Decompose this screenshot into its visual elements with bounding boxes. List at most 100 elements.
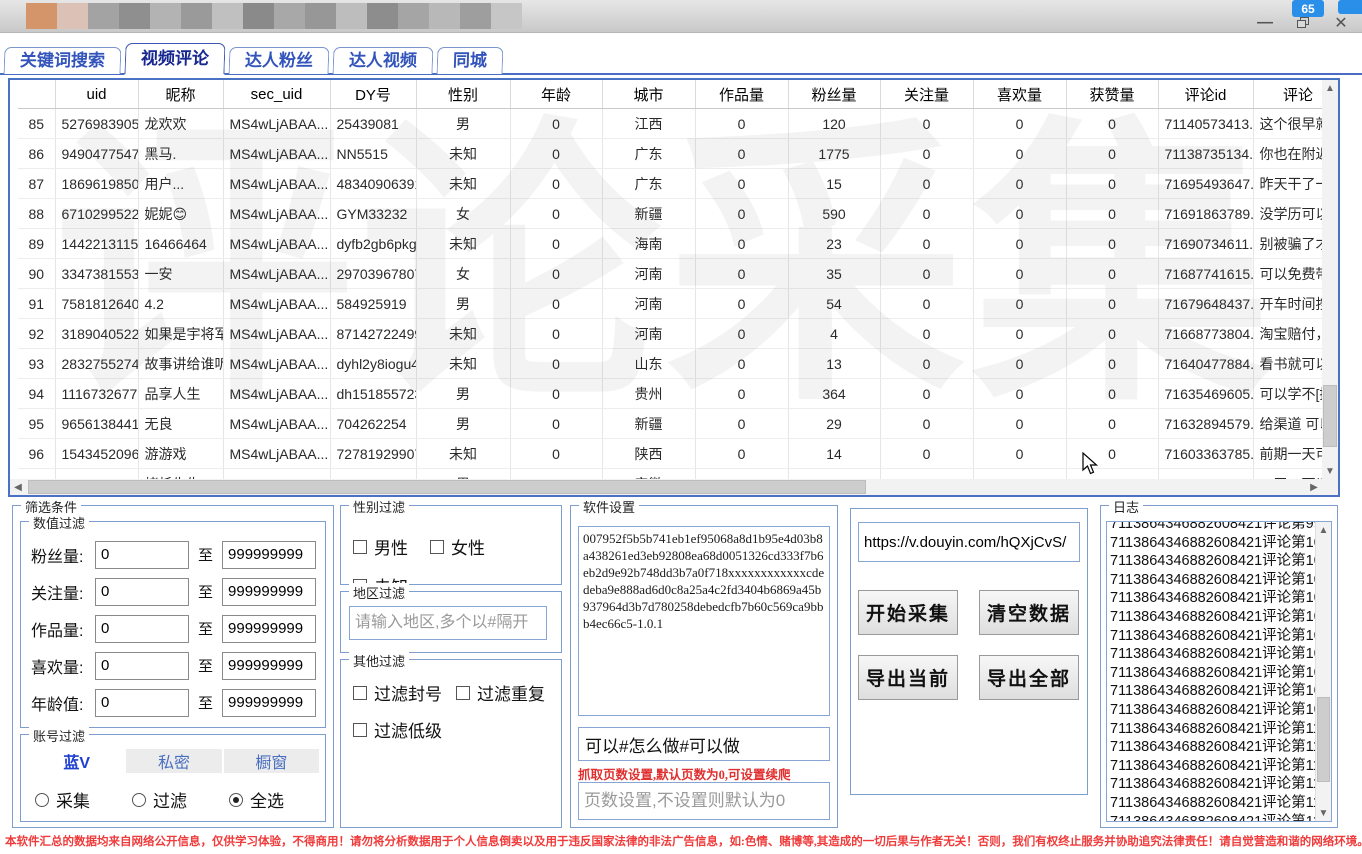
table-row[interactable]: 91758181264054.2MS4wLjABAA...584925919男0… [18,289,1322,319]
window-titlebar[interactable]: — ✕ [0,0,1362,33]
video-url-input[interactable] [858,522,1080,562]
table-row[interactable]: 8552769839057龙欢欢MS4wLjABAA...25439081男0江… [18,109,1322,139]
cell: 0 [510,199,602,229]
log-scrollbar[interactable]: ▲ ▼ [1315,522,1331,821]
log-scroll-up-icon[interactable]: ▲ [1316,522,1331,538]
tab-达人粉丝[interactable]: 达人粉丝 [229,47,330,74]
cell: 86 [18,139,55,169]
other-check-过滤封号[interactable]: 过滤封号 [353,680,442,705]
export-current-button[interactable]: 导出当前 [858,655,958,700]
notification-badge[interactable]: 65 [1292,0,1324,17]
cell: 0 [1066,169,1158,199]
other-check-过滤重复[interactable]: 过滤重复 [456,680,545,705]
column-header[interactable]: 获赞量 [1066,80,1158,109]
table-row[interactable]: 9033473815534...一安MS4wLjABAA...297039678… [18,259,1322,289]
column-header[interactable]: 年龄 [510,80,602,109]
vertical-scroll-thumb[interactable] [1323,385,1337,447]
gender-check-男性[interactable]: 男性 [353,534,408,559]
tab-关键词搜索[interactable]: 关键词搜索 [4,47,122,74]
cell: 0 [510,409,602,439]
column-header[interactable]: 昵称 [138,80,223,109]
table-row[interactable]: 9328327552745...故事讲给谁听MS4wLjABAA...dyhl2… [18,349,1322,379]
tab-达人视频[interactable]: 达人视频 [333,47,434,74]
account-tab-私密[interactable]: 私密 [126,749,221,773]
numeric-filter-min-input[interactable] [95,615,189,643]
table-row[interactable]: 8718696198506...用户...MS4wLjABAA...483409… [18,169,1322,199]
scroll-down-icon[interactable]: ▼ [1322,463,1338,479]
table-row[interactable]: 9775836746877烤蚝先生、(...MS4wLjABAA...69586… [18,469,1322,480]
column-header[interactable]: 城市 [602,80,695,109]
table-row[interactable]: 9596561384414无良MS4wLjABAA...704262254男0新… [18,409,1322,439]
table-vertical-scrollbar[interactable]: ▲ ▼ [1322,80,1338,479]
numeric-filter-min-input[interactable] [95,541,189,569]
radio-采集[interactable]: 采集 [35,787,90,812]
column-header[interactable] [18,80,55,109]
cell: 0 [695,169,788,199]
pages-input[interactable] [578,782,830,820]
horizontal-scroll-thumb[interactable] [28,480,866,494]
cell: 71668773804... [1158,319,1253,349]
radio-过滤[interactable]: 过滤 [132,787,187,812]
tab-同城[interactable]: 同城 [437,47,504,74]
column-header[interactable]: uid [55,80,138,109]
table-row[interactable]: 9615434520960...游游戏MS4wLjABAA...72781929… [18,439,1322,469]
numeric-filter-min-input[interactable] [95,689,189,717]
column-header[interactable]: DY号 [330,80,416,109]
column-header[interactable]: 关注量 [880,80,973,109]
column-header[interactable]: 性别 [416,80,510,109]
cell: 0 [695,199,788,229]
scroll-left-icon[interactable]: ◀ [10,479,26,495]
column-header[interactable]: 喜欢量 [973,80,1066,109]
radio-全选[interactable]: 全选 [229,787,284,812]
numeric-filter-min-input[interactable] [95,578,189,606]
account-tab-蓝V[interactable]: 蓝V [29,749,124,773]
screen-edge-badge[interactable] [1338,0,1362,14]
column-header[interactable]: 评论 [1253,80,1322,109]
region-filter-group: 地区过滤 [340,591,562,653]
table-row[interactable]: 9411167326776...品享人生MS4wLjABAA...dh15185… [18,379,1322,409]
table-horizontal-scrollbar[interactable]: ◀ ▶ [10,479,1322,495]
log-entry: 7113864346882608421评论第106页 [1110,645,1331,664]
table-row[interactable]: 8867102995229妮妮😊MS4wLjABAA...GYM33232女0新… [18,199,1322,229]
cell: 开车时间按照... [1253,289,1322,319]
scroll-up-icon[interactable]: ▲ [1322,80,1338,96]
log-scroll-thumb[interactable] [1317,697,1330,782]
numeric-filter-min-input[interactable] [95,652,189,680]
table-row[interactable]: 9231890405224...如果是宇将军...MS4wLjABAA...87… [18,319,1322,349]
gender-check-女性[interactable]: 女性 [430,534,485,559]
clear-data-button[interactable]: 清空数据 [979,590,1079,635]
tab-视频评论[interactable]: 视频评论 [124,43,225,74]
numeric-filter-max-input[interactable] [222,541,316,569]
cell: 4.2 [138,289,223,319]
cell: 如果是宇将军... [138,319,223,349]
grid-viewport[interactable]: uid昵称sec_uidDY号性别年龄城市作品量粉丝量关注量喜欢量获赞量评论id… [10,80,1322,479]
account-tab-橱窗[interactable]: 橱窗 [224,749,319,773]
numeric-filter-label: 关注量: [31,580,95,604]
log-scroll-down-icon[interactable]: ▼ [1316,805,1331,821]
column-header[interactable]: 作品量 [695,80,788,109]
license-token-box[interactable]: 007952f5b5b741eb1ef95068a8d1b95e4d03b8a4… [578,526,830,716]
numeric-filter-max-input[interactable] [222,652,316,680]
column-header[interactable]: 评论id [1158,80,1253,109]
log-entry: 7113864346882608421评论第101页 [1110,552,1331,571]
numeric-filter-max-input[interactable] [222,689,316,717]
export-all-button[interactable]: 导出全部 [979,655,1079,700]
data-table-panel: uid昵称sec_uidDY号性别年龄城市作品量粉丝量关注量喜欢量获赞量评论id… [8,78,1340,497]
video-title-box[interactable]: 可以#怎么做#可以做 [578,727,830,761]
other-check-过滤低级[interactable]: 过滤低级 [353,717,442,742]
region-filter-input[interactable] [349,606,547,640]
log-listbox[interactable]: 7113864346882608421评论第99页711386434688260… [1106,521,1332,822]
log-entry: 7113864346882608421评论第110页 [1110,720,1331,739]
start-collect-button[interactable]: 开始采集 [858,590,958,635]
cell: 河南 [602,259,695,289]
cell: 男 [416,109,510,139]
scroll-right-icon[interactable]: ▶ [1306,479,1322,495]
numeric-filter-max-input[interactable] [222,615,316,643]
column-header[interactable]: 粉丝量 [788,80,880,109]
table-row[interactable]: 8914422131157...16466464MS4wLjABAA...dyf… [18,229,1322,259]
column-header[interactable]: sec_uid [223,80,330,109]
minimize-button[interactable]: — [1254,13,1276,33]
numeric-filter-max-input[interactable] [222,578,316,606]
close-button[interactable]: ✕ [1330,13,1352,33]
table-row[interactable]: 8694904775470黑马.MS4wLjABAA...NN5515未知0广东… [18,139,1322,169]
